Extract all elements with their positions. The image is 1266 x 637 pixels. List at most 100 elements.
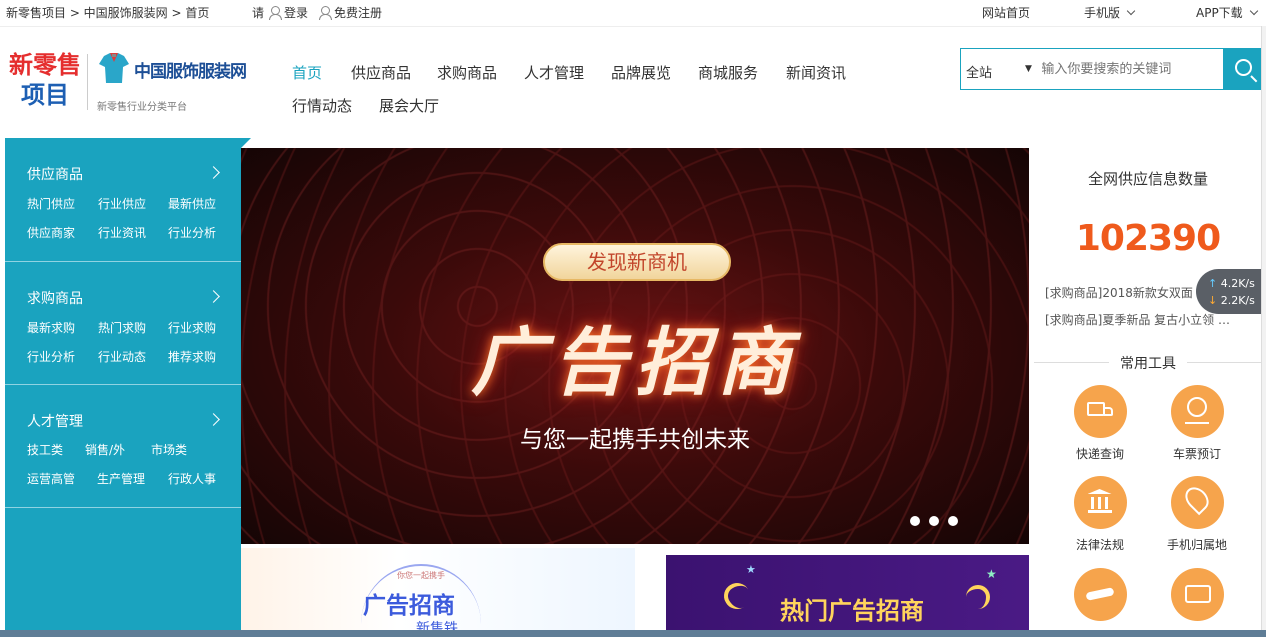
search-input[interactable]	[1029, 49, 1224, 89]
nav-talent[interactable]: 人才管理	[524, 62, 584, 83]
site-home-link[interactable]: 网站首页	[982, 4, 1030, 21]
slogan: 新零售行业分类平台	[97, 102, 187, 113]
tool-hotel[interactable]	[1157, 568, 1237, 621]
brand-name: 中国服饰服装网	[134, 62, 247, 82]
ad-banner-left[interactable]: 你您一起携手 广告招商 新售铁	[241, 548, 635, 637]
tools-title: 常用工具	[1120, 356, 1176, 372]
register-label: 免费注册	[334, 6, 383, 20]
sidebar-title-supply[interactable]: 供应商品	[27, 164, 83, 184]
sidebar-group-supply: 供应商品 热门供应 行业供应 最新供应 供应商家 行业资讯 行业分析	[5, 138, 241, 262]
tool-label: 快递查询	[1075, 447, 1124, 461]
category-sidebar: 供应商品 热门供应 行业供应 最新供应 供应商家 行业资讯 行业分析 求购商品 …	[5, 138, 251, 630]
sidebar-link[interactable]: 运营高管	[27, 470, 75, 487]
hero-banner[interactable]: 发现新商机 广告招商 与您一起携手共创未来	[241, 148, 1029, 544]
chevron-right-icon[interactable]	[207, 166, 220, 179]
sidebar-link[interactable]: 行业求购	[168, 319, 216, 336]
ad-small-text: 你您一起携手	[397, 571, 445, 580]
moon-icon	[966, 585, 990, 609]
register-link[interactable]: 免费注册	[318, 4, 382, 21]
sidebar-link[interactable]: 推荐求购	[168, 348, 216, 365]
carousel-dots	[910, 516, 958, 526]
mobile-version-link[interactable]: 手机版	[1084, 4, 1136, 21]
logo-line1: 新零售	[9, 51, 81, 79]
nav-home[interactable]: 首页	[292, 62, 322, 83]
network-speed-widget: ↑ 4.2K/s ↓ 2.2K/s	[1196, 269, 1266, 314]
nav-mall[interactable]: 商城服务	[698, 62, 758, 83]
project-logo[interactable]: 新零售 项目	[8, 50, 82, 110]
bank-icon	[1073, 476, 1127, 529]
user-icon	[268, 6, 282, 20]
nav-expo[interactable]: 展会大厅	[379, 95, 439, 116]
sidebar-link[interactable]: 行业资讯	[98, 224, 146, 241]
carousel-dot[interactable]	[929, 516, 939, 526]
speed-unit: K/s	[1238, 294, 1255, 307]
tool-law[interactable]: 法律法规	[1060, 476, 1140, 553]
star-icon: ★	[986, 567, 997, 581]
chevron-down-icon	[1126, 6, 1136, 16]
carousel-dot[interactable]	[948, 516, 958, 526]
sidebar-title-purchase[interactable]: 求购商品	[27, 288, 83, 308]
chevron-right-icon[interactable]	[207, 290, 220, 303]
sidebar-link[interactable]: 技工类	[27, 441, 63, 458]
sidebar-link[interactable]: 最新供应	[168, 195, 216, 212]
nav-news[interactable]: 新闻资讯	[786, 62, 846, 83]
top-bar: 新零售项目 > 中国服饰服装网 > 首页 请 登录 免费注册 网站首页 手机版 …	[0, 0, 1266, 24]
app-download-link[interactable]: APP下载	[1196, 4, 1258, 21]
chevron-right-icon[interactable]	[207, 413, 220, 426]
sidebar-link[interactable]: 行业分析	[168, 224, 216, 241]
carousel-dot[interactable]	[910, 516, 920, 526]
sidebar-link[interactable]: 行业分析	[27, 348, 75, 365]
chevron-down-icon	[1249, 6, 1258, 16]
sidebar-link[interactable]: 市场类	[151, 441, 187, 458]
sidebar-link[interactable]: 生产管理	[97, 470, 145, 487]
tool-phone-location[interactable]: 手机归属地	[1157, 476, 1237, 553]
nav-supply[interactable]: 供应商品	[351, 62, 411, 83]
tools-header: 常用工具	[1030, 353, 1266, 372]
search-button[interactable]	[1223, 49, 1265, 89]
breadcrumb[interactable]: 新零售项目 > 中国服饰服装网 > 首页	[6, 4, 209, 21]
search-scope-select[interactable]: 全站 ▼	[961, 49, 1032, 89]
ad-banner-right[interactable]: ★ 热门广告招商 ★	[666, 555, 1029, 637]
banner-pill: 发现新商机	[543, 243, 731, 281]
right-panel: 全网供应信息数量 102390 [求购商品]2018新款女双面 [求购商品]夏季…	[1030, 140, 1266, 637]
mobile-label: 手机版	[1084, 6, 1121, 20]
banner-title: 广告招商	[471, 320, 799, 406]
star-icon: ★	[746, 563, 756, 576]
scrollbar[interactable]	[1261, 26, 1266, 630]
tool-label: 车票预订	[1172, 447, 1221, 461]
upload-speed: ↑ 4.2K/s	[1208, 277, 1255, 290]
nav-brand[interactable]: 品牌展览	[611, 62, 671, 83]
sidebar-link[interactable]: 销售/外	[85, 441, 125, 458]
ad-title: 热门广告招商	[780, 597, 924, 625]
logo-line2: 项目	[21, 81, 69, 109]
stats-count: 102390	[1075, 218, 1221, 259]
sidebar-link[interactable]: 热门供应	[27, 195, 75, 212]
bed-icon	[1170, 568, 1224, 621]
login-link[interactable]: 登录	[268, 4, 308, 21]
search-bar: 全站 ▼	[960, 48, 1266, 90]
os-taskbar	[0, 630, 1266, 637]
ticket-icon	[1170, 385, 1224, 438]
sidebar-title-talent[interactable]: 人才管理	[27, 411, 83, 431]
sidebar-link[interactable]: 热门求购	[98, 319, 146, 336]
nav-market[interactable]: 行情动态	[292, 95, 352, 116]
download-speed: ↓ 2.2K/s	[1208, 294, 1255, 307]
nav-purchase[interactable]: 求购商品	[437, 62, 497, 83]
speed-unit: K/s	[1238, 277, 1255, 290]
app-label: APP下载	[1196, 6, 1243, 20]
tool-flight[interactable]	[1060, 568, 1140, 621]
plane-icon	[1073, 568, 1127, 621]
sidebar-link[interactable]: 行政人事	[168, 470, 216, 487]
arrow-up-icon: ↑	[1208, 277, 1218, 290]
ad-title: 广告招商	[363, 593, 455, 619]
sidebar-link[interactable]: 行业动态	[98, 348, 146, 365]
search-scope-value: 全站	[966, 66, 993, 81]
sidebar-link[interactable]: 供应商家	[27, 224, 75, 241]
banner-subtitle: 与您一起携手共创未来	[520, 427, 750, 453]
sidebar-link[interactable]: 行业供应	[98, 195, 146, 212]
tool-ticket[interactable]: 车票预订	[1157, 385, 1237, 462]
sidebar-link[interactable]: 最新求购	[27, 319, 75, 336]
tool-label: 法律法规	[1075, 538, 1124, 552]
tool-express[interactable]: 快递查询	[1060, 385, 1140, 462]
download-value: 2.2	[1220, 294, 1239, 307]
